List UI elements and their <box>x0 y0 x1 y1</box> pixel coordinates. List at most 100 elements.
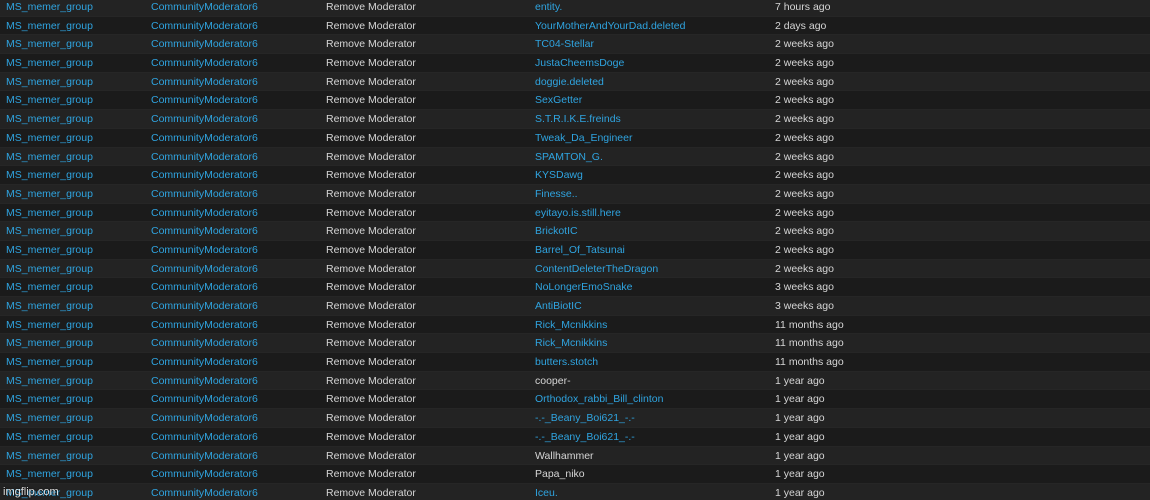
moderator-link[interactable]: CommunityModerator6 <box>151 409 321 427</box>
group-link[interactable]: MS_memer_group <box>6 148 146 166</box>
moderator-link[interactable]: CommunityModerator6 <box>151 465 321 483</box>
moderator-link[interactable]: CommunityModerator6 <box>151 17 321 35</box>
timestamp: 2 weeks ago <box>775 206 834 219</box>
group-link[interactable]: MS_memer_group <box>6 316 146 334</box>
target-user-text: cooper- <box>535 374 571 387</box>
table-row: MS_memer_group CommunityModerator6 Remove … <box>0 184 1150 204</box>
table-row: MS_memer_group CommunityModerator6 Remove … <box>0 371 1150 391</box>
group-link[interactable]: MS_memer_group <box>6 35 146 53</box>
moderator-link[interactable]: CommunityModerator6 <box>151 278 321 296</box>
moderator-link[interactable]: CommunityModerator6 <box>151 166 321 184</box>
target-user-link[interactable]: entity. <box>535 0 765 16</box>
moderator-link[interactable]: CommunityModerator6 <box>151 148 321 166</box>
table-row: MS_memer_group CommunityModerator6 Remove … <box>0 128 1150 148</box>
moderator-link[interactable]: CommunityModerator6 <box>151 204 321 222</box>
moderator-link[interactable]: CommunityModerator6 <box>151 110 321 128</box>
moderator-link[interactable]: CommunityModerator6 <box>151 428 321 446</box>
group-link[interactable]: MS_memer_group <box>6 372 146 390</box>
group-link[interactable]: MS_memer_group <box>6 241 146 259</box>
moderator-link[interactable]: CommunityModerator6 <box>151 35 321 53</box>
table-row: MS_memer_group CommunityModerator6 Remove … <box>0 16 1150 36</box>
timestamp: 11 months ago <box>775 337 844 350</box>
moderator-link[interactable]: CommunityModerator6 <box>151 447 321 465</box>
timestamp: 2 weeks ago <box>775 150 834 163</box>
action-text: Remove Moderator <box>326 169 416 182</box>
group-link[interactable]: MS_memer_group <box>6 390 146 408</box>
moderator-link[interactable]: CommunityModerator6 <box>151 91 321 109</box>
group-link[interactable]: MS_memer_group <box>6 278 146 296</box>
target-user-link[interactable]: BrickotIC <box>535 222 765 240</box>
group-link[interactable]: MS_memer_group <box>6 204 146 222</box>
target-user-link[interactable]: TC04-Stellar <box>535 35 765 53</box>
moderator-link[interactable]: CommunityModerator6 <box>151 372 321 390</box>
moderator-link[interactable]: CommunityModerator6 <box>151 54 321 72</box>
target-user-link[interactable]: NoLongerEmoSnake <box>535 278 765 296</box>
moderator-link[interactable]: CommunityModerator6 <box>151 353 321 371</box>
action-text: Remove Moderator <box>326 356 416 369</box>
action-text: Remove Moderator <box>326 243 416 256</box>
moderator-link[interactable]: CommunityModerator6 <box>151 222 321 240</box>
table-row: MS_memer_group CommunityModerator6 Remove … <box>0 147 1150 167</box>
action-text: Remove Moderator <box>326 486 416 499</box>
moderator-link[interactable]: CommunityModerator6 <box>151 334 321 352</box>
action-text: Remove Moderator <box>326 150 416 163</box>
group-link[interactable]: MS_memer_group <box>6 185 146 203</box>
moderator-link[interactable]: CommunityModerator6 <box>151 390 321 408</box>
group-link[interactable]: MS_memer_group <box>6 91 146 109</box>
group-link[interactable]: MS_memer_group <box>6 260 146 278</box>
target-user-link[interactable]: Tweak_Da_Engineer <box>535 129 765 147</box>
target-user-link[interactable]: Orthodox_rabbi_Bill_clinton <box>535 390 765 408</box>
timestamp: 3 weeks ago <box>775 281 834 294</box>
action-text: Remove Moderator <box>326 430 416 443</box>
moderator-link[interactable]: CommunityModerator6 <box>151 260 321 278</box>
target-user-link[interactable]: SexGetter <box>535 91 765 109</box>
group-link[interactable]: MS_memer_group <box>6 334 146 352</box>
target-user-link[interactable]: butters.stotch <box>535 353 765 371</box>
target-user-link[interactable]: YourMotherAndYourDad.deleted <box>535 17 765 35</box>
target-user-link[interactable]: ContentDeleterTheDragon <box>535 260 765 278</box>
target-user-link[interactable]: KYSDawg <box>535 166 765 184</box>
target-user-link[interactable]: Rick_Mcnikkins <box>535 334 765 352</box>
group-link[interactable]: MS_memer_group <box>6 428 146 446</box>
moderator-link[interactable]: CommunityModerator6 <box>151 241 321 259</box>
group-link[interactable]: MS_memer_group <box>6 73 146 91</box>
moderator-link[interactable]: CommunityModerator6 <box>151 297 321 315</box>
action-text: Remove Moderator <box>326 318 416 331</box>
target-user-link[interactable]: Rick_Mcnikkins <box>535 316 765 334</box>
target-user-link[interactable]: doggie.deleted <box>535 73 765 91</box>
action-text: Remove Moderator <box>326 468 416 481</box>
group-link[interactable]: MS_memer_group <box>6 54 146 72</box>
group-link[interactable]: MS_memer_group <box>6 166 146 184</box>
target-user-link[interactable]: -.-_Beany_Boi621_-.- <box>535 428 765 446</box>
action-text: Remove Moderator <box>326 449 416 462</box>
table-row: MS_memer_group CommunityModerator6 Remove … <box>0 35 1150 55</box>
group-link[interactable]: MS_memer_group <box>6 447 146 465</box>
table-row: MS_memer_group CommunityModerator6 Remove … <box>0 390 1150 410</box>
group-link[interactable]: MS_memer_group <box>6 0 146 16</box>
target-user-link[interactable]: Finesse.. <box>535 185 765 203</box>
group-link[interactable]: MS_memer_group <box>6 353 146 371</box>
moderator-link[interactable]: CommunityModerator6 <box>151 73 321 91</box>
group-link[interactable]: MS_memer_group <box>6 17 146 35</box>
moderator-link[interactable]: CommunityModerator6 <box>151 0 321 16</box>
moderator-link[interactable]: CommunityModerator6 <box>151 129 321 147</box>
target-user-link[interactable]: Barrel_Of_Tatsunai <box>535 241 765 259</box>
group-link[interactable]: MS_memer_group <box>6 409 146 427</box>
target-user-link[interactable]: JustaCheemsDoge <box>535 54 765 72</box>
target-user-link[interactable]: SPAMTON_G. <box>535 148 765 166</box>
table-row: MS_memer_group CommunityModerator6 Remove … <box>0 0 1150 17</box>
moderator-link[interactable]: CommunityModerator6 <box>151 185 321 203</box>
moderator-link[interactable]: CommunityModerator6 <box>151 484 321 500</box>
group-link[interactable]: MS_memer_group <box>6 110 146 128</box>
group-link[interactable]: MS_memer_group <box>6 129 146 147</box>
target-user-link[interactable]: Iceu. <box>535 484 765 500</box>
moderator-link[interactable]: CommunityModerator6 <box>151 316 321 334</box>
timestamp: 2 weeks ago <box>775 38 834 51</box>
group-link[interactable]: MS_memer_group <box>6 222 146 240</box>
target-user-link[interactable]: -.-_Beany_Boi621_-.- <box>535 409 765 427</box>
target-user-link[interactable]: eyitayo.is.still.here <box>535 204 765 222</box>
group-link[interactable]: MS_memer_group <box>6 297 146 315</box>
target-user-link[interactable]: AntiBiotIC <box>535 297 765 315</box>
group-link[interactable]: MS_memer_group <box>6 465 146 483</box>
target-user-link[interactable]: S.T.R.I.K.E.freinds <box>535 110 765 128</box>
